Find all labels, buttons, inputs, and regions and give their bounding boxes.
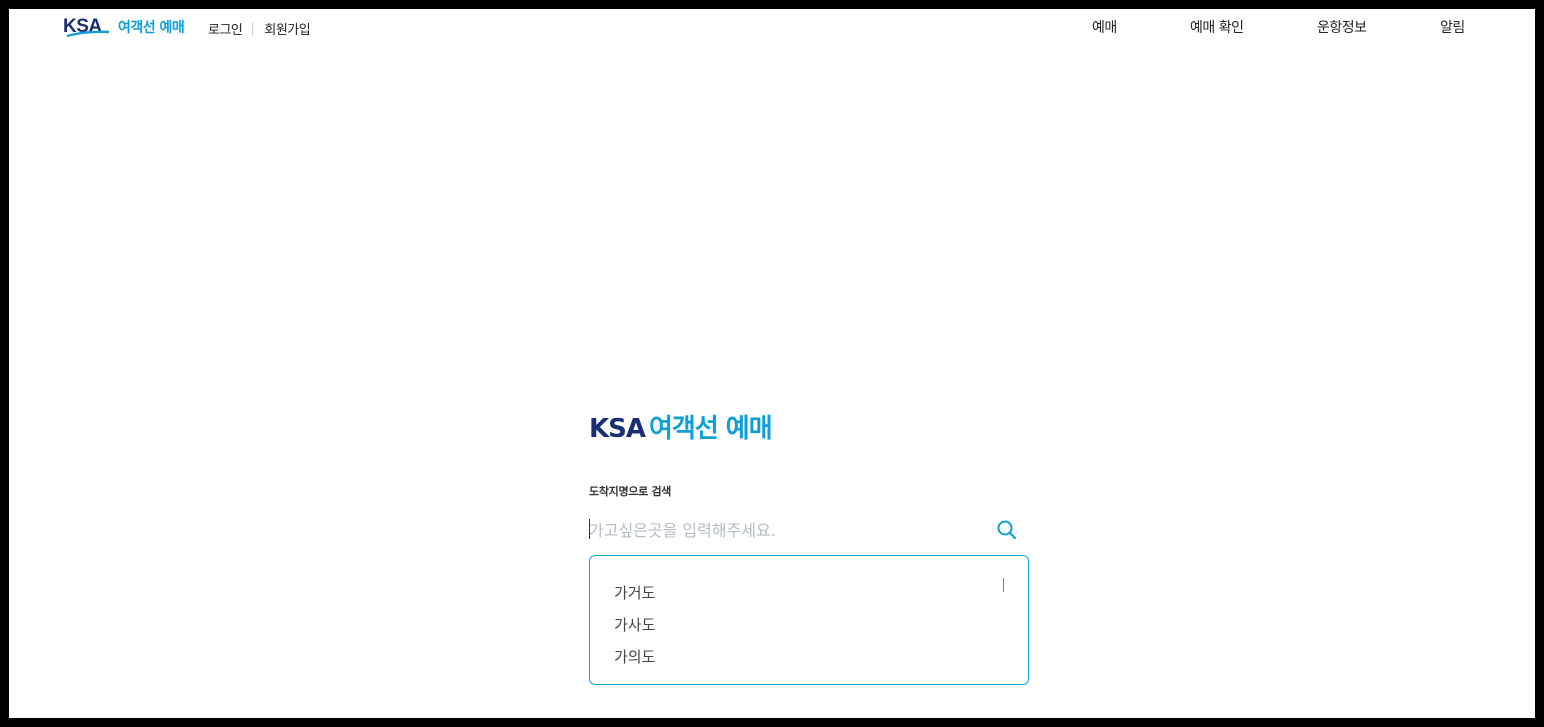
search-button[interactable] (995, 518, 1019, 542)
autocomplete-item-gageodo[interactable]: 가거도 (614, 577, 655, 609)
text-caret (589, 519, 590, 539)
autocomplete-item-gasado[interactable]: 가사도 (614, 609, 655, 641)
dropdown-scrollbar[interactable] (1003, 578, 1004, 592)
destination-search-input[interactable] (589, 514, 989, 546)
nav-item-reservation-check[interactable]: 예매 확인 (1190, 17, 1244, 37)
nav-item-notice[interactable]: 알림 (1440, 17, 1465, 37)
page-title-service: 여객선 예매 (649, 414, 773, 444)
search-icon (997, 520, 1017, 540)
search-field-label: 도착지명으로 검색 (589, 485, 672, 498)
nav-item-operation-info[interactable]: 운항정보 (1317, 17, 1367, 37)
destination-search-section: KSA여객선 예매 도착지명으로 검색 가거도 가사도 가의도 (589, 409, 1029, 685)
main-nav: 예매 예매 확인 운항정보 알림 (9, 17, 1535, 37)
autocomplete-item-gauido[interactable]: 가의도 (614, 641, 655, 673)
autocomplete-dropdown: 가거도 가사도 가의도 (589, 555, 1029, 685)
browser-viewport: KSA 여객선 예매 로그인 회원가입 예매 예매 확인 운항정보 알림 KSA… (9, 9, 1535, 718)
page-title: KSA 여객선 예매 (589, 409, 1029, 449)
search-input-row (589, 514, 1029, 546)
autocomplete-list: 가거도 가사도 가의도 (614, 577, 655, 673)
page-title-brand: KSA (589, 414, 646, 444)
site-header: KSA 여객선 예매 로그인 회원가입 예매 예매 확인 운항정보 알림 (9, 9, 1535, 49)
nav-item-reservation[interactable]: 예매 (1092, 17, 1117, 37)
